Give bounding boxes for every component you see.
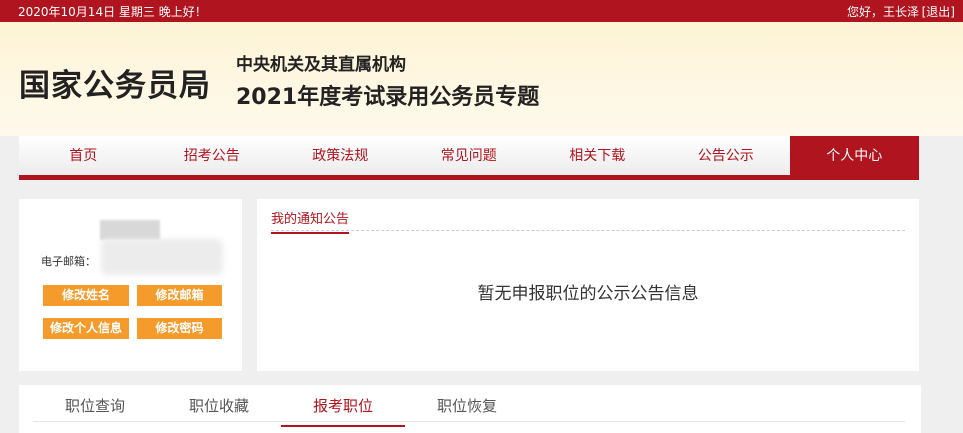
tab-position-favorites[interactable]: 职位收藏 bbox=[157, 395, 281, 425]
nav-item-home[interactable]: 首页 bbox=[19, 136, 148, 175]
nav-item-downloads[interactable]: 相关下载 bbox=[533, 136, 662, 175]
logout-link[interactable]: [退出] bbox=[922, 3, 955, 20]
edit-personal-info-button[interactable]: 修改个人信息 bbox=[43, 318, 129, 339]
nav-item-personal-center[interactable]: 个人中心 bbox=[790, 136, 919, 175]
user-greeting: 您好，王长泽 bbox=[846, 5, 919, 19]
profile-card: 电子邮箱： 修改姓名 修改邮箱 修改个人信息 修改密码 bbox=[19, 199, 242, 371]
redacted-name bbox=[100, 220, 160, 240]
header-subtitle-1: 中央机关及其直属机构 bbox=[236, 55, 406, 75]
redacted-email bbox=[101, 239, 223, 275]
main-nav: 首页 招考公告 政策法规 常见问题 相关下载 公告公示 个人中心 bbox=[19, 136, 919, 180]
tab-position-restore[interactable]: 职位恢复 bbox=[405, 395, 529, 425]
tab-position-search[interactable]: 职位查询 bbox=[33, 395, 157, 425]
nav-item-announcements[interactable]: 公告公示 bbox=[662, 136, 791, 175]
divider bbox=[271, 230, 905, 231]
top-bar: 2020年10月14日 星期三 晚上好！ 您好，王长泽 [退出] bbox=[0, 0, 963, 22]
header-subtitle-2: 2021年度考试录用公务员专题 bbox=[236, 85, 540, 110]
edit-name-button[interactable]: 修改姓名 bbox=[43, 285, 129, 306]
empty-message: 暂无申报职位的公示公告信息 bbox=[477, 284, 699, 304]
notice-panel: 我的通知公告 暂无申报职位的公示公告信息 bbox=[257, 199, 919, 371]
nav-item-faq[interactable]: 常见问题 bbox=[405, 136, 534, 175]
nav-item-policies[interactable]: 政策法规 bbox=[276, 136, 405, 175]
edit-password-button[interactable]: 修改密码 bbox=[137, 318, 222, 339]
nav-item-recruitment-notice[interactable]: 招考公告 bbox=[148, 136, 277, 175]
position-tabs: 职位查询 职位收藏 报考职位 职位恢复 bbox=[19, 385, 921, 433]
date-greeting: 2020年10月14日 星期三 晚上好！ bbox=[18, 5, 207, 19]
tab-applied-positions[interactable]: 报考职位 bbox=[281, 395, 405, 427]
edit-email-button[interactable]: 修改邮箱 bbox=[137, 285, 222, 306]
site-logo[interactable]: 国家公务员局 bbox=[19, 60, 211, 105]
email-label: 电子邮箱： bbox=[41, 255, 96, 268]
site-header: 国家公务员局 中央机关及其直属机构 2021年度考试录用公务员专题 bbox=[0, 22, 963, 136]
